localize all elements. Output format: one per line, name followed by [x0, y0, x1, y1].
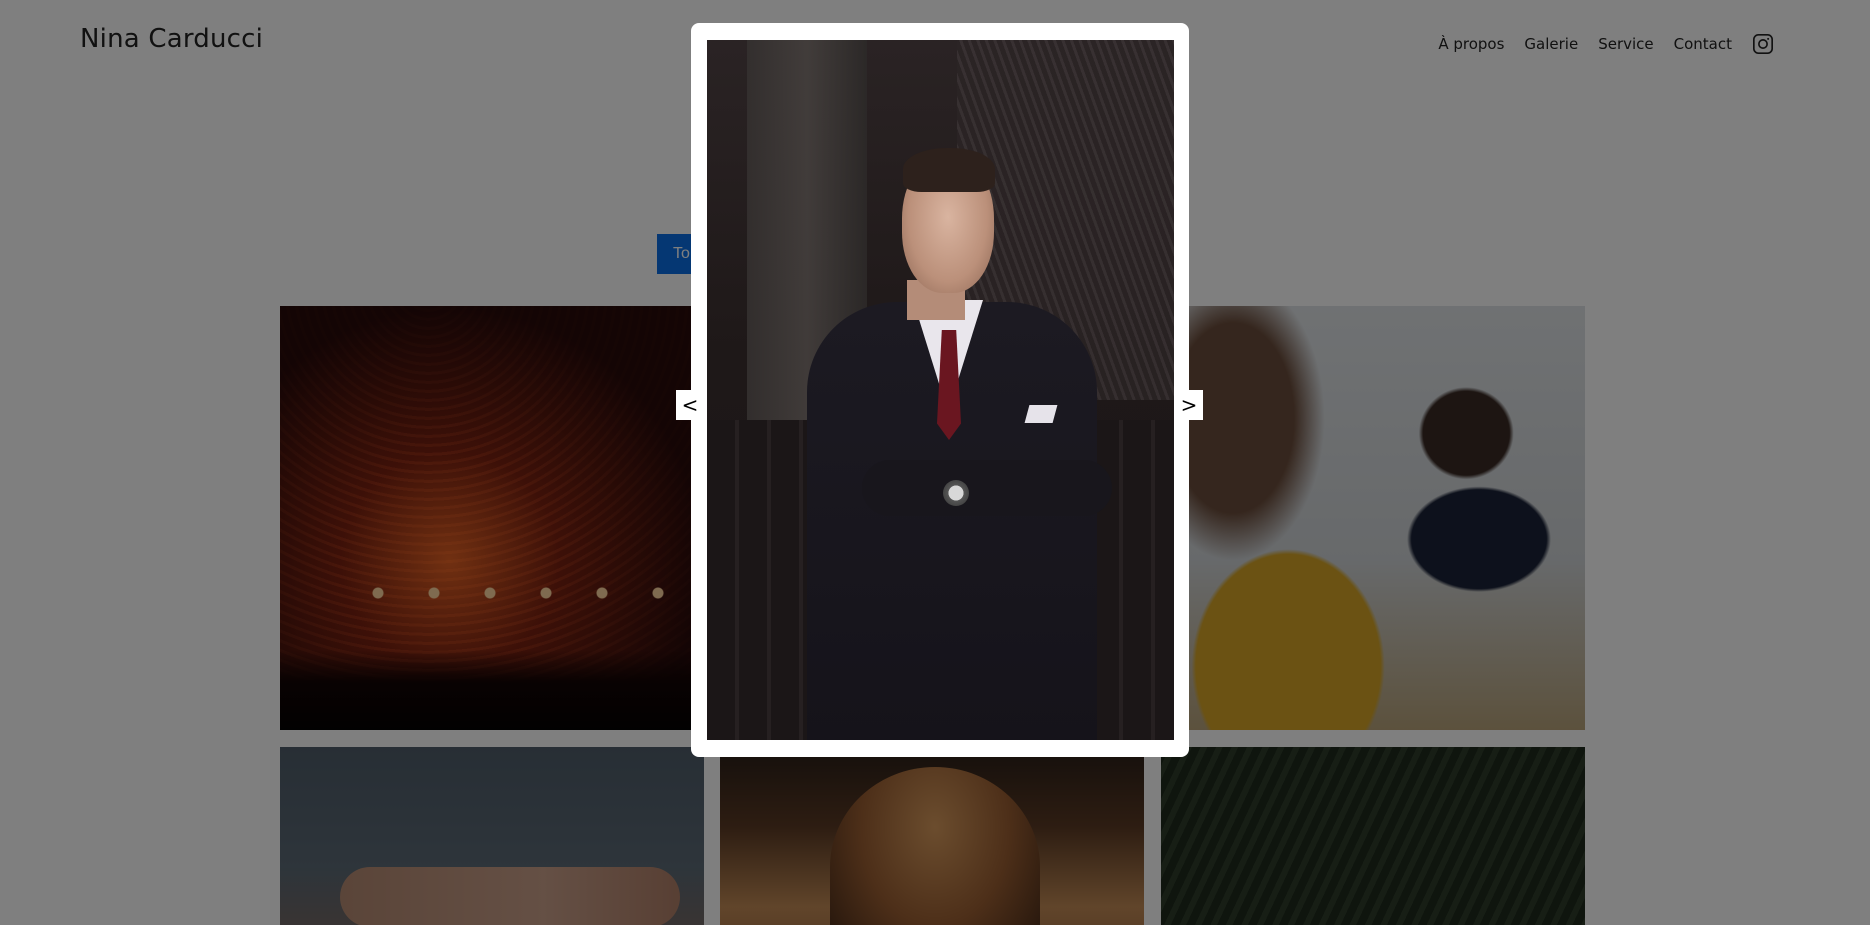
pocket-square	[1024, 405, 1058, 423]
lightbox-image	[707, 40, 1174, 740]
lightbox-modal	[691, 23, 1189, 757]
lightbox-next-button[interactable]: >	[1175, 390, 1203, 420]
man-crossed-arms	[862, 460, 1112, 516]
wristwatch	[943, 480, 969, 506]
lightbox-prev-button[interactable]: <	[676, 390, 704, 420]
man-hair	[903, 148, 995, 192]
